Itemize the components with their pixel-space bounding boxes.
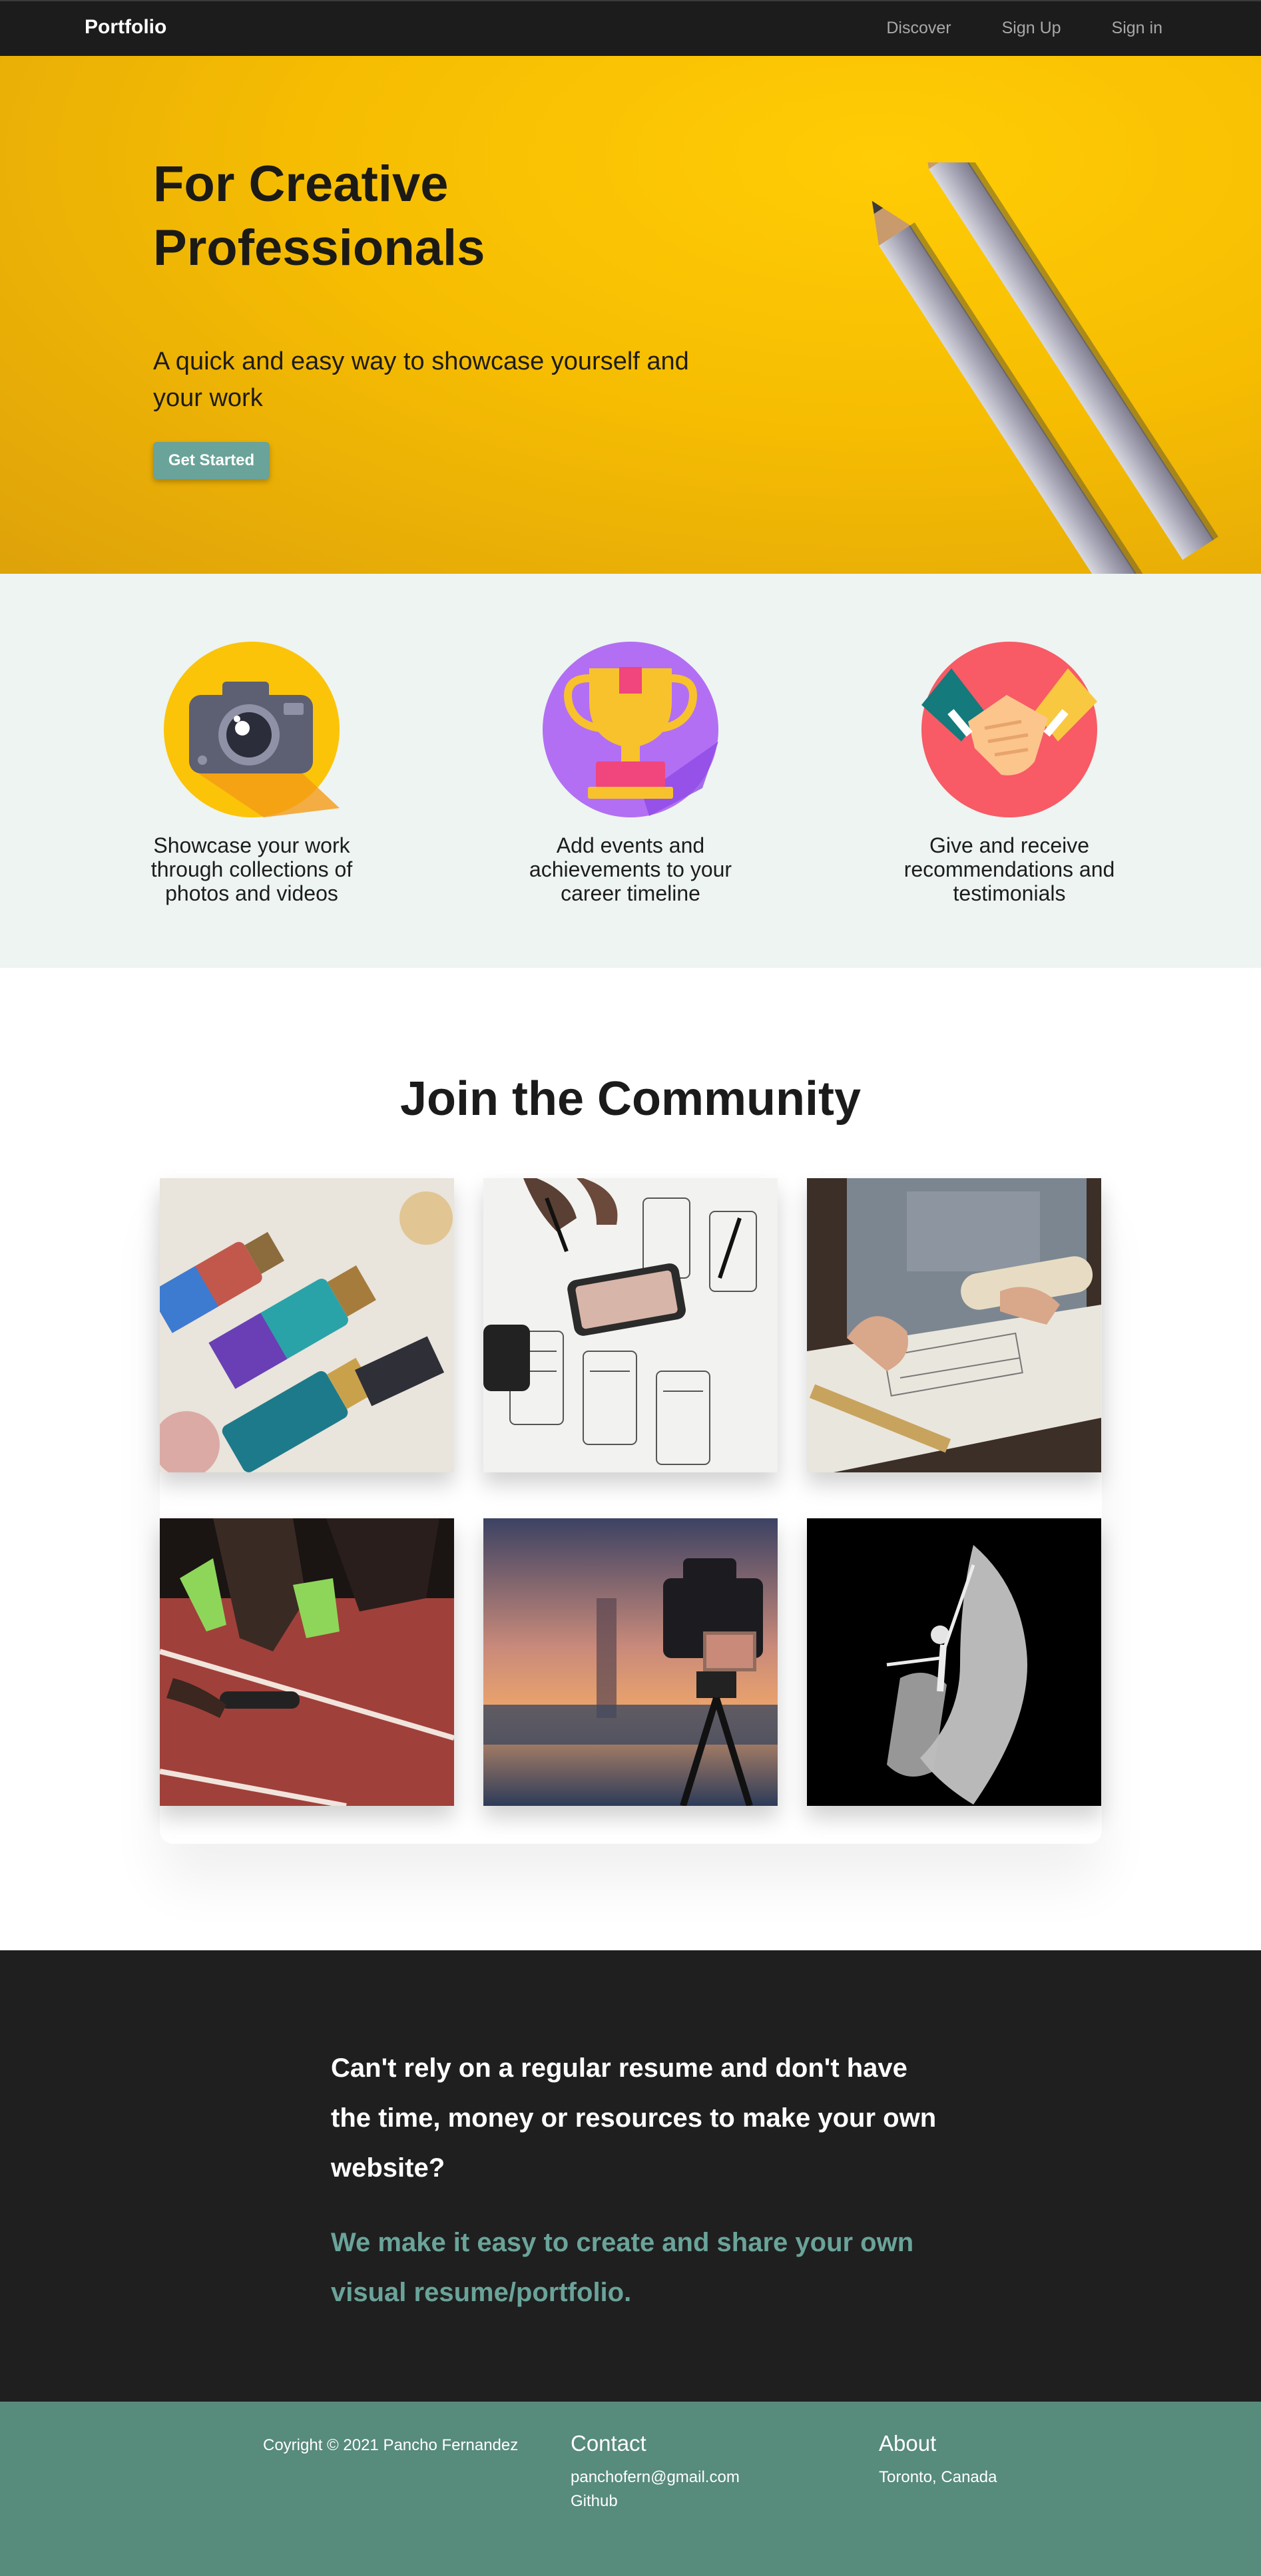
copyright-text: Coyright © 2021 Pancho Fernandez <box>263 2436 519 2454</box>
pencils-image <box>872 162 1218 574</box>
top-navbar: Portfolio Discover Sign Up Sign in <box>0 0 1261 56</box>
feature-text: Showcase your work through collections o… <box>150 833 353 905</box>
hero-subtitle: A quick and easy way to showcase yoursel… <box>153 347 689 412</box>
footer-contact: Contact panchofern@gmail.com Github <box>571 2431 740 2513</box>
footer: Coyright © 2021 Pancho Fernandez Contact… <box>0 2402 1261 2576</box>
hero-title: For Creative Professionals <box>153 156 485 276</box>
footer-about: About Toronto, Canada <box>879 2431 997 2489</box>
nav-links: Discover Sign Up Sign in <box>836 19 1162 38</box>
wireframe-sketch-photo[interactable] <box>483 1178 778 1472</box>
hero-section: For Creative Professionals A quick and e… <box>0 56 1261 574</box>
paint-brushes-photo[interactable] <box>160 1178 454 1472</box>
feature-text: Give and receive recommendations and tes… <box>903 833 1115 905</box>
footer-contact-heading: Contact <box>571 2431 646 2456</box>
cta-question: Can't rely on a regular resume and don't… <box>331 2053 937 2183</box>
footer-about-heading: About <box>879 2431 937 2456</box>
feature-text: Add events and achievements to your care… <box>529 833 732 905</box>
cta-accent-text: We make it easy to create and share your… <box>331 2228 914 2307</box>
sprinter-start-photo[interactable] <box>160 1518 454 1806</box>
camera-tripod-photo[interactable] <box>483 1518 778 1806</box>
features-section: Showcase your work through collections o… <box>0 574 1261 968</box>
footer-location: Toronto, Canada <box>879 2468 997 2486</box>
brand-logo[interactable]: Portfolio <box>85 16 166 39</box>
nav-link-sign-up[interactable]: Sign Up <box>1002 19 1061 38</box>
nav-link-discover[interactable]: Discover <box>886 19 951 38</box>
get-started-button[interactable]: Get Started <box>153 442 270 479</box>
feature-achievements: Add events and achievements to your care… <box>497 642 764 905</box>
community-title: Join the Community <box>399 1072 861 1126</box>
handshake-icon <box>921 642 1097 817</box>
camera-icon <box>164 642 340 817</box>
footer-github-link[interactable]: Github <box>571 2489 740 2513</box>
architect-drawing-photo[interactable] <box>807 1178 1101 1472</box>
feature-recommendations: Give and receive recommendations and tes… <box>876 642 1142 905</box>
trophy-icon <box>543 642 718 817</box>
dancer-photo[interactable] <box>807 1518 1101 1806</box>
cta-section: Can't rely on a regular resume and don't… <box>0 1950 1261 2402</box>
footer-email-link[interactable]: panchofern@gmail.com <box>571 2466 740 2489</box>
nav-link-sign-in[interactable]: Sign in <box>1112 19 1162 38</box>
feature-showcase: Showcase your work through collections o… <box>119 642 385 905</box>
